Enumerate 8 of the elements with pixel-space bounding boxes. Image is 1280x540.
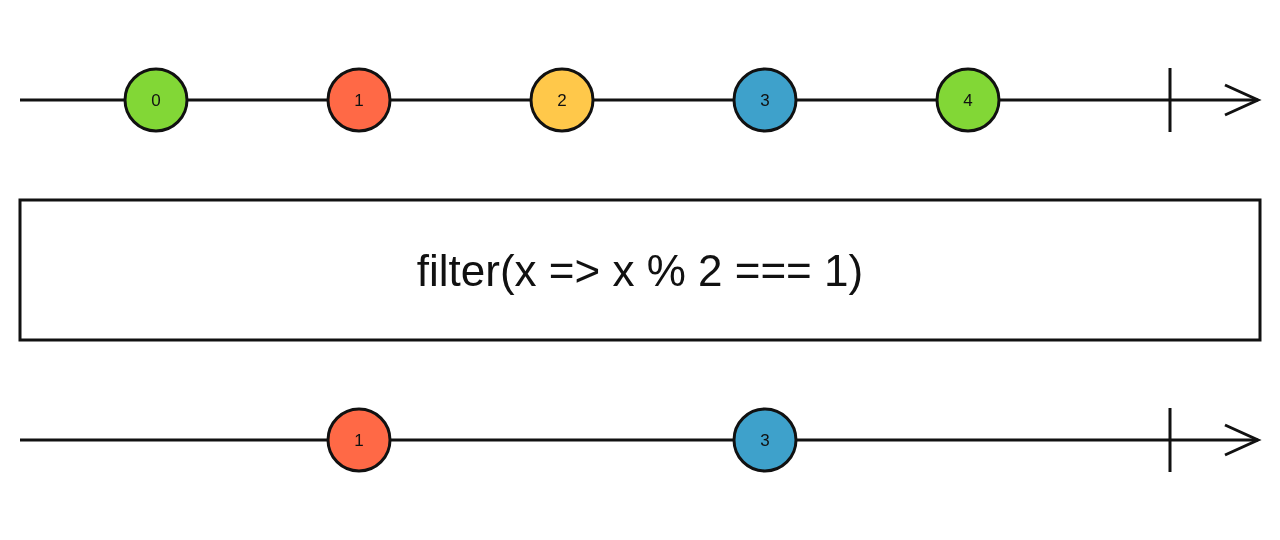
marble-label: 2 xyxy=(557,91,567,110)
marble-label: 1 xyxy=(354,431,364,450)
marble-label: 4 xyxy=(963,91,973,110)
operator-label: filter(x => x % 2 === 1) xyxy=(416,246,864,295)
marble-label: 3 xyxy=(760,431,770,450)
marble-label: 1 xyxy=(354,91,364,110)
marble-label: 0 xyxy=(151,91,161,110)
marble-label: 3 xyxy=(760,91,770,110)
